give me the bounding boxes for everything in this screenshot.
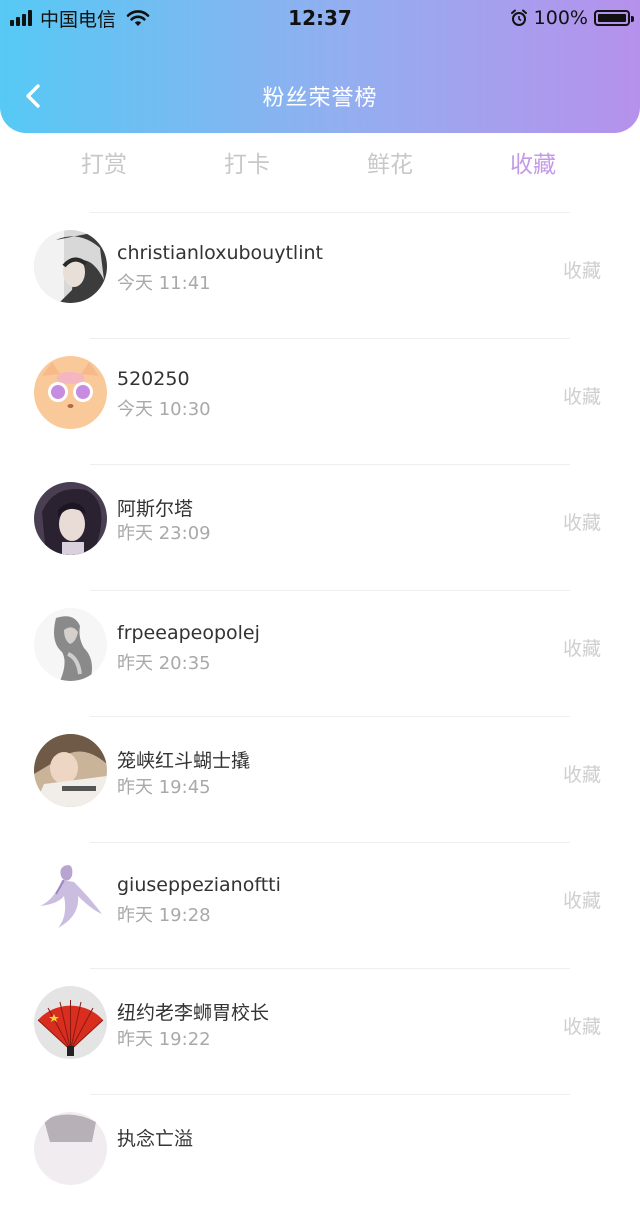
avatar <box>34 1112 107 1185</box>
list-item-name: frpeeapeopolej <box>117 622 260 644</box>
favorite-tag: 收藏 <box>563 1016 602 1038</box>
avatar <box>34 356 107 429</box>
avatar <box>34 734 107 807</box>
avatar <box>34 230 107 303</box>
battery-percent: 100% <box>533 7 588 29</box>
avatar <box>34 986 107 1059</box>
list-item[interactable]: giuseppezianoftti 昨天 19:28 收藏 <box>0 843 640 969</box>
favorite-tag: 收藏 <box>563 764 602 786</box>
tab-bar: 打赏 打卡 鲜花 收藏 <box>0 145 640 185</box>
avatar <box>34 608 107 681</box>
list-item-time: 今天 10:30 <box>117 399 211 420</box>
favorite-tag: 收藏 <box>563 386 602 408</box>
avatar <box>34 482 107 555</box>
battery-icon <box>594 10 634 26</box>
page-title: 粉丝荣誉榜 <box>262 86 378 111</box>
list-item-name: 520250 <box>117 368 190 390</box>
list-item[interactable]: 纽约老李蛳胃校长 昨天 19:22 收藏 <box>0 969 640 1095</box>
favorite-tag: 收藏 <box>563 512 602 534</box>
list-item-name: 阿斯尔塔 <box>117 498 194 520</box>
status-bar: 中国电信 12:37 100% <box>0 0 640 36</box>
tab-favorites[interactable]: 收藏 <box>473 145 593 179</box>
avatar <box>34 860 107 933</box>
tab-flowers[interactable]: 鲜花 <box>330 145 450 179</box>
list-item-time: 昨天 20:35 <box>117 653 211 674</box>
list-item-time: 昨天 19:28 <box>117 905 211 926</box>
header-bar: 中国电信 12:37 100% 粉丝荣誉榜 <box>0 0 640 133</box>
tab-checkin[interactable]: 打卡 <box>187 145 307 179</box>
alarm-icon <box>510 9 527 26</box>
list-item[interactable]: 笼峡红斗蝴士撬 昨天 19:45 收藏 <box>0 717 640 843</box>
list-item-name: christianloxubouytlint <box>117 242 323 264</box>
list-item[interactable]: 阿斯尔塔 昨天 23:09 收藏 <box>0 465 640 591</box>
list-item-name: 执念亡溢 <box>117 1128 194 1150</box>
list-item-time: 昨天 23:09 <box>117 523 211 544</box>
tab-reward[interactable]: 打赏 <box>44 145 164 179</box>
list-item-time: 今天 11:41 <box>117 273 211 294</box>
list-item[interactable]: 执念亡溢 <box>0 1095 640 1221</box>
favorite-tag: 收藏 <box>563 890 602 912</box>
list-item-time: 昨天 19:45 <box>117 777 211 798</box>
list-item-time: 昨天 19:22 <box>117 1029 211 1050</box>
list-item-name: 纽约老李蛳胃校长 <box>117 1002 270 1024</box>
favorite-tag: 收藏 <box>563 638 602 660</box>
list-item[interactable]: frpeeapeopolej 昨天 20:35 收藏 <box>0 591 640 717</box>
list-item[interactable]: 520250 今天 10:30 收藏 <box>0 339 640 465</box>
list-item[interactable]: christianloxubouytlint 今天 11:41 收藏 <box>0 213 640 339</box>
favorite-tag: 收藏 <box>563 260 602 282</box>
list-item-name: giuseppezianoftti <box>117 874 281 896</box>
list-item-name: 笼峡红斗蝴士撬 <box>117 750 251 772</box>
